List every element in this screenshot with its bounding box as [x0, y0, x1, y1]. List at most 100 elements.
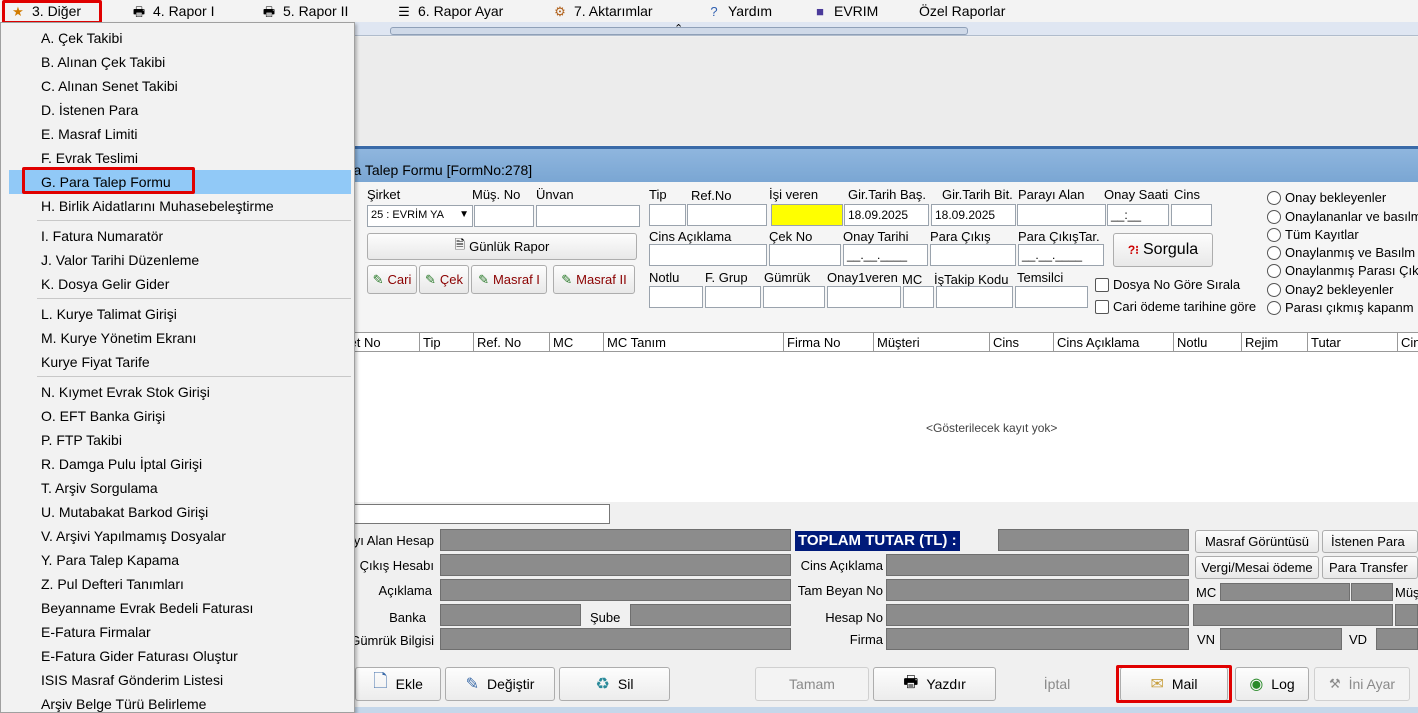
radio-onay-bekleyenler[interactable]: Onay bekleyenler [1267, 190, 1386, 205]
masraf1-button[interactable]: ✎ Masraf I [471, 265, 547, 294]
para-cikis-tar-input[interactable]: __.__.____ [1018, 244, 1104, 266]
cari-odeme-checkbox[interactable]: Cari ödeme tarihine göre [1095, 299, 1256, 314]
isi-veren-input[interactable] [771, 204, 843, 226]
menu-item-arsivi-yapilmamis[interactable]: V. Arşivi Yapılmamış Dosyalar [9, 524, 351, 548]
radio-tum-kayitlar[interactable]: Tüm Kayıtlar [1267, 227, 1359, 242]
menu-item-efatura-gider[interactable]: E-Fatura Gider Faturası Oluştur [9, 644, 351, 668]
radio-onaylanmis-basilm[interactable]: Onaylanmış ve Basılm [1267, 245, 1415, 260]
cek-no-input[interactable] [769, 244, 841, 266]
col-mc-tanim[interactable]: MC Tanım [604, 333, 784, 352]
para-transfer-button[interactable]: Para Transfer [1322, 556, 1418, 579]
collapse-handle[interactable]: ⌃ [390, 23, 968, 35]
menu-evrim[interactable]: ■ EVRIM [812, 0, 878, 22]
menu-item-eft-banka[interactable]: O. EFT Banka Girişi [9, 404, 351, 428]
f-grup-input[interactable] [705, 286, 761, 308]
menu-rapor-ayar[interactable]: ☰ 6. Rapor Ayar [396, 0, 503, 22]
iptal-button[interactable]: İptal [1000, 667, 1114, 701]
col-cins[interactable]: Cins [990, 333, 1054, 352]
menu-item-masraf-limiti[interactable]: E. Masraf Limiti [9, 122, 351, 146]
unvan-input[interactable] [536, 205, 640, 227]
menu-yardim[interactable]: ? Yardım [706, 0, 772, 22]
mail-button[interactable]: ✉ Mail [1120, 667, 1228, 701]
menu-ozel-raporlar[interactable]: Özel Raporlar [919, 0, 1005, 22]
menu-item-isis-masraf[interactable]: ISIS Masraf Gönderim Listesi [9, 668, 351, 692]
menu-aktarimlar[interactable]: ⚙ 7. Aktarımlar [552, 0, 652, 22]
col-musteri[interactable]: Müşteri [874, 333, 990, 352]
ini-ayar-button[interactable]: ⚒ İni Ayar [1314, 667, 1410, 701]
yazdir-button[interactable]: 🖶 Yazdır [873, 667, 996, 701]
parayi-alan-input[interactable] [1017, 204, 1106, 226]
radio-parasi-cik[interactable]: Onaylanmış Parası Çık [1267, 263, 1418, 278]
menu-item-beyanname-evrak[interactable]: Beyanname Evrak Bedeli Faturası [9, 596, 351, 620]
menu-item-para-talep-kapama[interactable]: Y. Para Talep Kapama [9, 548, 351, 572]
col-mc[interactable]: MC [550, 333, 604, 352]
menu-item-kurye-fiyat-tarife[interactable]: Kurye Fiyat Tarife [9, 350, 351, 374]
radio-onaylananlar[interactable]: Onaylananlar ve basılm [1267, 209, 1418, 224]
col-notlu[interactable]: Notlu [1174, 333, 1242, 352]
tip-input[interactable] [649, 204, 686, 226]
col-ref-no[interactable]: Ref. No [474, 333, 550, 352]
menu-item-valor-tarihi[interactable]: J. Valor Tarihi Düzenleme [9, 248, 351, 272]
menu-item-pul-defteri[interactable]: Z. Pul Defteri Tanımları [9, 572, 351, 596]
sorgula-button[interactable]: ?⁝ Sorgula [1113, 233, 1213, 267]
onay-saati-input[interactable]: __:__ [1107, 204, 1169, 226]
menu-item-efatura-firmalar[interactable]: E-Fatura Firmalar [9, 620, 351, 644]
istenen-para-button[interactable]: İstenen Para [1322, 530, 1418, 553]
col-tip[interactable]: Tip [420, 333, 474, 352]
gir-tarih-bas-input[interactable]: 18.09.2025 [844, 204, 929, 226]
col-cins-2[interactable]: Cin [1398, 333, 1418, 352]
sil-button[interactable]: ♻ Sil [559, 667, 670, 701]
col-rejim[interactable]: Rejim [1242, 333, 1308, 352]
menu-item-arsiv-sorgulama[interactable]: T. Arşiv Sorgulama [9, 476, 351, 500]
vergi-mesai-button[interactable]: Vergi/Mesai ödeme [1195, 556, 1319, 579]
masraf2-button[interactable]: ✎ Masraf II [553, 265, 635, 294]
menu-item-mutabakat-barkod[interactable]: U. Mutabakat Barkod Girişi [9, 500, 351, 524]
menu-item-birlik-aidatlari[interactable]: H. Birlik Aidatlarını Muhasebeleştirme [9, 194, 351, 218]
menu-item-damga-pulu[interactable]: R. Damga Pulu İptal Girişi [9, 452, 351, 476]
notlu-input[interactable] [649, 286, 703, 308]
temsilci-input[interactable] [1015, 286, 1088, 308]
menu-item-evrak-teslimi[interactable]: F. Evrak Teslimi [9, 146, 351, 170]
radio-onay2-bekleyenler[interactable]: Onay2 bekleyenler [1267, 282, 1393, 297]
menu-diger[interactable]: ★ 3. Diğer [10, 0, 81, 22]
menu-item-para-talep-formu[interactable]: G. Para Talep Formu [9, 170, 351, 194]
menu-item-cek-takibi[interactable]: A. Çek Takibi [9, 26, 351, 50]
cins-aciklama-input[interactable] [649, 244, 767, 266]
menu-item-ftp-takibi[interactable]: P. FTP Takibi [9, 428, 351, 452]
masraf-goruntusu-button[interactable]: Masraf Görüntüsü [1195, 530, 1319, 553]
menu-item-alinan-cek-takibi[interactable]: B. Alınan Çek Takibi [9, 50, 351, 74]
log-button[interactable]: ◉ Log [1235, 667, 1309, 701]
dosya-no-sirala-checkbox[interactable]: Dosya No Göre Sırala [1095, 277, 1240, 292]
radio-parasi-cikmis-kapanm[interactable]: Parası çıkmış kapanm [1267, 300, 1414, 315]
menu-item-fatura-numarator[interactable]: I. Fatura Numaratör [9, 224, 351, 248]
menu-item-istenen-para[interactable]: D. İstenen Para [9, 98, 351, 122]
menu-rapor-2[interactable]: 🖶 5. Rapor II [261, 0, 349, 22]
ref-no-input[interactable] [687, 204, 767, 226]
para-cikis-input[interactable] [930, 244, 1016, 266]
istakip-input[interactable] [936, 286, 1013, 308]
sirket-select[interactable]: 25 : EVRİM YA ▼ [367, 205, 473, 227]
onay-tarihi-input[interactable]: __.__.____ [843, 244, 928, 266]
cari-button[interactable]: ✎ Cari [367, 265, 417, 294]
col-cins-aciklama[interactable]: Cins Açıklama [1054, 333, 1174, 352]
gumruk-input[interactable] [763, 286, 825, 308]
cek-button[interactable]: ✎ Çek [419, 265, 469, 294]
col-firma-no[interactable]: Firma No [784, 333, 874, 352]
menu-item-dosya-gelir-gider[interactable]: K. Dosya Gelir Gider [9, 272, 351, 296]
grid-footer-field[interactable] [340, 504, 610, 524]
gunluk-rapor-button[interactable]: 🗎 Günlük Rapor [367, 233, 637, 260]
cins-input[interactable] [1171, 204, 1212, 226]
menu-item-kiymet-evrak[interactable]: N. Kıymet Evrak Stok Girişi [9, 380, 351, 404]
ekle-button[interactable]: 🗋 Ekle [355, 667, 441, 701]
col-tutar[interactable]: Tutar [1308, 333, 1398, 352]
onay1veren-input[interactable] [827, 286, 901, 308]
menu-item-alinan-senet-takibi[interactable]: C. Alınan Senet Takibi [9, 74, 351, 98]
menu-rapor-1[interactable]: 🖶 4. Rapor I [131, 0, 215, 22]
mus-no-input[interactable] [474, 205, 534, 227]
mc-input[interactable] [903, 286, 934, 308]
menu-item-kurye-talimat[interactable]: L. Kurye Talimat Girişi [9, 302, 351, 326]
menu-item-kurye-yonetim[interactable]: M. Kurye Yönetim Ekranı [9, 326, 351, 350]
degistir-button[interactable]: ✎ Değiştir [445, 667, 555, 701]
tamam-button[interactable]: Tamam [755, 667, 869, 701]
gir-tarih-bit-input[interactable]: 18.09.2025 [931, 204, 1016, 226]
